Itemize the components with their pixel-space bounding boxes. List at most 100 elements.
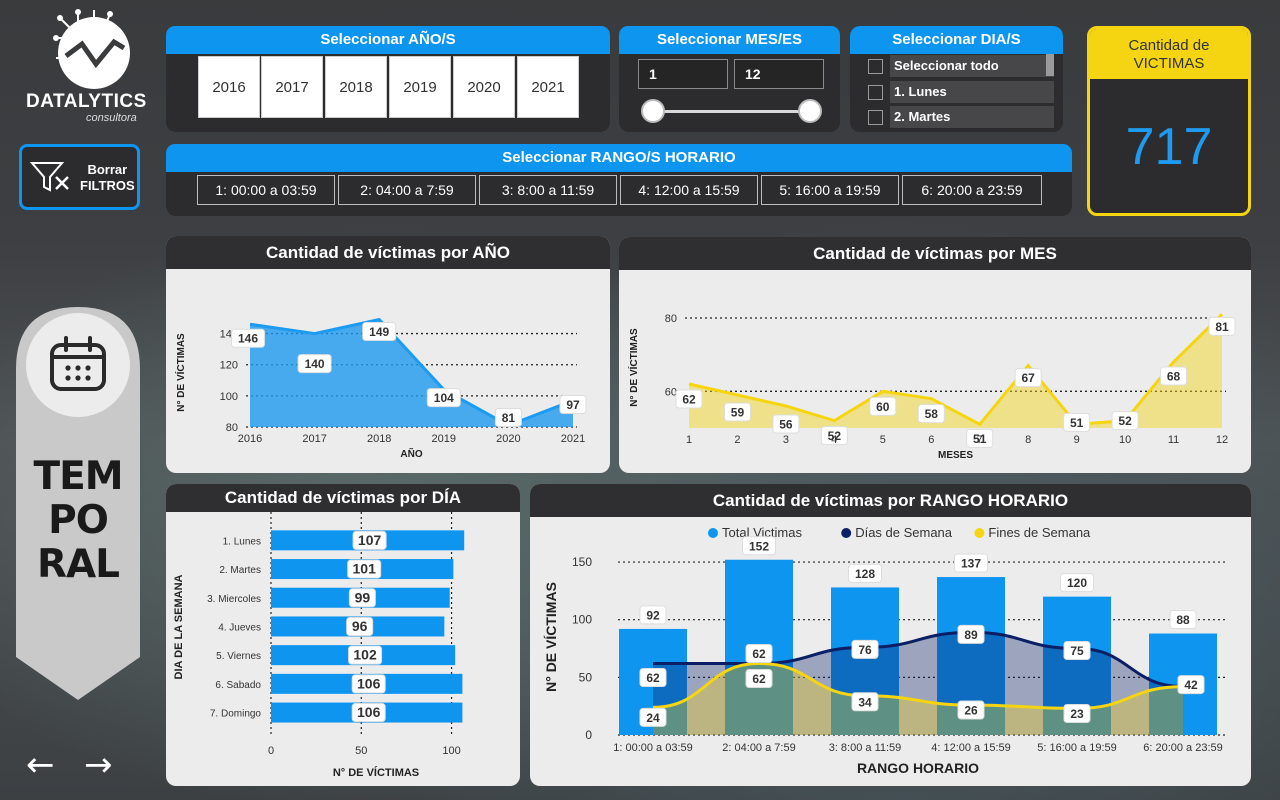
y-axis-title: N° DE VÍCTIMAS <box>174 333 187 412</box>
year-button-2016[interactable]: 2016 <box>198 56 260 118</box>
chart-por-anio: Cantidad de víctimas por AÑO 80 100 120 140… <box>166 236 610 473</box>
chart-title: Cantidad de víctimas por MES <box>619 237 1251 270</box>
card-title: Cantidad de VICTIMAS <box>1090 29 1248 79</box>
legend-marker <box>841 528 852 538</box>
year-button-2021[interactable]: 2021 <box>517 56 579 118</box>
clear-filters-label: Borrar FILTROS <box>80 162 135 194</box>
slicer-dia-title: Seleccionar DIA/S <box>850 26 1063 54</box>
checkbox[interactable] <box>868 110 883 125</box>
y-axis-title: DIA DE LA SEMANA <box>173 574 185 679</box>
y-tick-label: 1. Lunes <box>223 536 261 547</box>
x-tick-label: 50 <box>355 745 367 757</box>
slicer-dia: Seleccionar DIA/S Seleccionar todo 1. Lu… <box>850 26 1063 132</box>
year-button-2020[interactable]: 2020 <box>453 56 515 118</box>
x-tick-label: 1 <box>686 434 692 446</box>
data-label: 59 <box>731 406 745 420</box>
data-label: 146 <box>238 332 258 346</box>
y-tick-label: 6. Sabado <box>215 680 261 691</box>
slicer-anio: Seleccionar AÑO/S 2016 2017 2018 2019 20… <box>166 26 610 132</box>
y-tick-label: 120 <box>220 360 238 372</box>
rango-button-6[interactable]: 6: 20:00 a 23:59 <box>902 175 1042 205</box>
victimas-card: Cantidad de VICTIMAS 717 <box>1087 26 1251 216</box>
year-button-2018[interactable]: 2018 <box>325 56 387 118</box>
mes-from-input[interactable]: 1 <box>638 59 728 89</box>
x-tick-label: 3 <box>783 434 789 446</box>
mes-slider-handle-end[interactable] <box>798 99 822 123</box>
temporal-title: TEM PO RAL <box>16 455 140 587</box>
data-label: 26 <box>964 704 978 718</box>
arrow-right-icon[interactable]: → <box>84 745 113 785</box>
data-label: 67 <box>1022 371 1036 385</box>
slicer-mes-title: Seleccionar MES/ES <box>619 26 840 54</box>
rango-button-1[interactable]: 1: 00:00 a 03:59 <box>197 175 335 205</box>
data-label: 106 <box>357 675 381 691</box>
clear-filters-line1: Borrar <box>87 162 128 177</box>
chart-por-mes: Cantidad de víctimas por MES 60 80 62 1 59 2 5… <box>619 237 1251 473</box>
data-label: 106 <box>357 704 381 720</box>
data-label: 137 <box>961 557 981 571</box>
y-tick-label: 100 <box>220 391 238 403</box>
data-label: 89 <box>964 628 978 642</box>
year-button-2017[interactable]: 2017 <box>261 56 323 118</box>
clear-filters-button[interactable]: Borrar FILTROS <box>19 144 140 210</box>
arrow-left-icon[interactable]: ← <box>26 745 55 785</box>
area-fill <box>250 319 573 427</box>
data-label: 76 <box>858 643 872 657</box>
data-label: 102 <box>353 647 377 663</box>
x-tick-label: 2016 <box>238 433 262 445</box>
dia-option-martes[interactable]: 2. Martes <box>868 106 1054 128</box>
rango-button-4[interactable]: 4: 12:00 a 15:59 <box>620 175 758 205</box>
datalytics-logo: DATALYTICS consultora <box>20 8 160 128</box>
x-tick-label: 2 <box>734 434 740 446</box>
legend-label: Fines de Semana <box>988 525 1091 540</box>
data-label: 152 <box>749 539 769 553</box>
x-axis-title: MESES <box>938 450 973 461</box>
dia-option-todo[interactable]: Seleccionar todo <box>868 55 1054 77</box>
x-tick-label: 2018 <box>367 433 391 445</box>
y-axis-title: N° DE VÍCTIMAS <box>543 582 559 692</box>
mes-slider-track[interactable] <box>652 110 812 113</box>
year-button-2019[interactable]: 2019 <box>389 56 451 118</box>
data-label: 140 <box>305 357 325 371</box>
data-label: 81 <box>1215 320 1229 334</box>
chart-title: Cantidad de víctimas por AÑO <box>166 236 610 269</box>
data-label: 62 <box>752 647 766 661</box>
data-label: 99 <box>355 589 371 605</box>
y-tick-label: 80 <box>665 313 677 325</box>
y-tick-label: 3. Miercoles <box>207 594 261 605</box>
data-label: 34 <box>858 695 872 709</box>
slicer-anio-title: Seleccionar AÑO/S <box>166 26 610 54</box>
temporal-line-3: RAL <box>36 542 120 587</box>
x-tick-label: 12 <box>1216 434 1228 446</box>
y-tick-label: 50 <box>579 670 593 684</box>
x-axis-title: N° DE VÍCTIMAS <box>333 766 419 779</box>
dia-option-lunes[interactable]: 1. Lunes <box>868 81 1054 103</box>
data-label: 81 <box>502 411 516 425</box>
y-tick-label: 7. Domingo <box>210 709 262 720</box>
mes-slider-handle-start[interactable] <box>641 99 665 123</box>
x-tick-label: 2017 <box>302 433 326 445</box>
rango-button-3[interactable]: 3: 8:00 a 11:59 <box>479 175 617 205</box>
data-label: 56 <box>779 418 793 432</box>
data-label: 75 <box>1070 644 1084 658</box>
dia-scrollbar[interactable] <box>1046 54 1054 76</box>
x-tick-label: 5: 16:00 a 19:59 <box>1037 742 1117 754</box>
checkbox[interactable] <box>868 59 883 74</box>
chart-por-dia: Cantidad de víctimas por DÍA 0 50 100 1. Lu… <box>166 484 520 786</box>
chart-title: Cantidad de víctimas por RANGO HORARIO <box>530 484 1251 517</box>
checkbox[interactable] <box>868 85 883 100</box>
y-tick-label: 100 <box>572 613 592 627</box>
chart-por-rango-svg: Total Victimas Días de Semana Fines de Sem… <box>543 525 1226 776</box>
filter-clear-icon <box>29 162 69 192</box>
chart-title: Cantidad de víctimas por DÍA <box>166 484 520 512</box>
x-tick-label: 4: 12:00 a 15:59 <box>931 742 1011 754</box>
rango-button-5[interactable]: 5: 16:00 a 19:59 <box>761 175 899 205</box>
chart-por-mes-svg: 6080621592563 524605586 517678519521068118… <box>627 313 1236 461</box>
x-tick-label: 2: 04:00 a 7:59 <box>722 742 795 754</box>
rango-button-2[interactable]: 2: 04:00 a 7:59 <box>338 175 476 205</box>
x-tick-label: 11 <box>1168 434 1179 446</box>
card-title-line1: Cantidad de <box>1128 37 1210 54</box>
x-tick-label: 4 <box>831 434 837 446</box>
mes-to-input[interactable]: 12 <box>734 59 824 89</box>
data-label: 52 <box>1118 414 1132 428</box>
